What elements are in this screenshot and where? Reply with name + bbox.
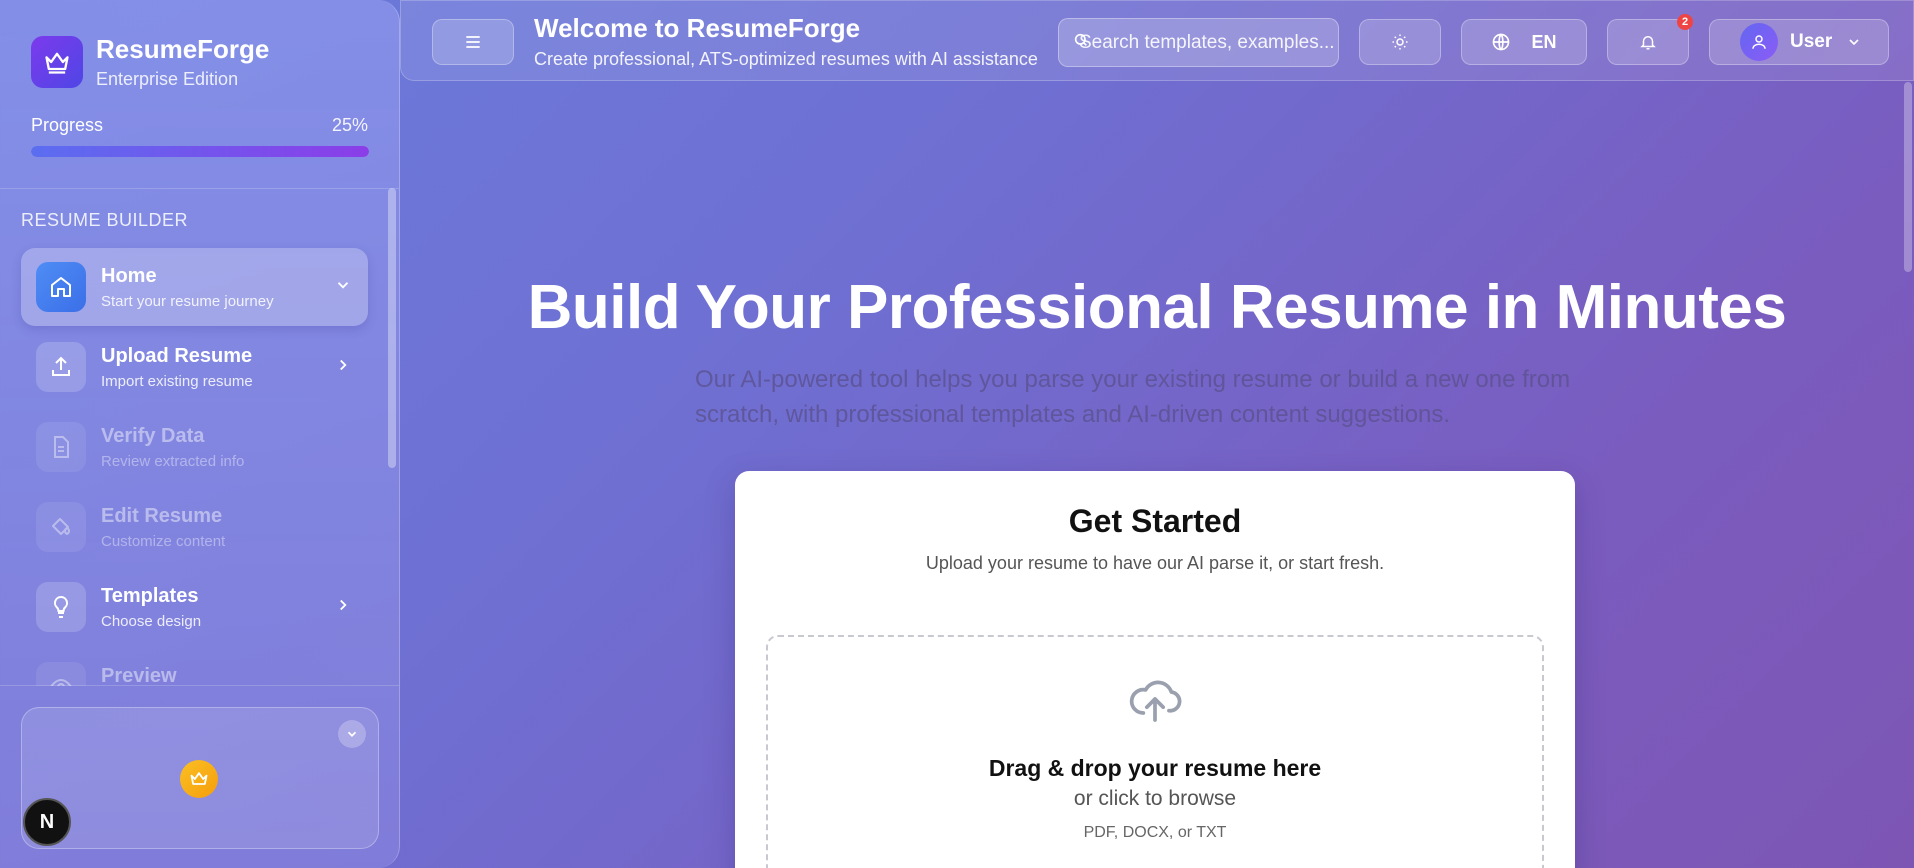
sidebar-item-title: Home: [101, 265, 157, 287]
user-menu-button[interactable]: User: [1709, 19, 1889, 65]
sidebar-item-title: Edit Resume: [101, 505, 223, 527]
sidebar-item-title: Templates: [101, 585, 199, 607]
language-label: EN: [1531, 31, 1557, 52]
sidebar-item-subtitle: Choose design: [101, 613, 202, 630]
get-started-title: Get Started: [1068, 503, 1242, 539]
get-started-card: Get Started Upload your resume to have o…: [735, 471, 1575, 868]
brand-name: ResumeForge: [96, 34, 270, 64]
notification-badge: 2: [1677, 14, 1693, 30]
sidebar-item-title: Preview: [101, 665, 177, 686]
page-scrollbar[interactable]: [1904, 82, 1912, 272]
sidebar-item-title: Upload Resume: [101, 345, 253, 367]
user-icon: [1752, 35, 1766, 49]
file-dropzone[interactable]: Drag & drop your resume here or click to…: [766, 635, 1544, 868]
sidebar: ResumeForge Enterprise Edition Progress …: [0, 0, 400, 868]
progress-label: Progress: [31, 115, 104, 135]
upgrade-card: [21, 707, 379, 849]
notifications-button[interactable]: [1607, 19, 1689, 65]
dropzone-title: Drag & drop your resume here: [988, 755, 1322, 781]
menu-button[interactable]: [432, 19, 514, 65]
sidebar-item-subtitle: Review extracted info: [101, 453, 245, 470]
sidebar-scrollbar[interactable]: [388, 188, 396, 468]
document-icon: [36, 422, 86, 472]
sidebar-item-subtitle: Import existing resume: [101, 373, 253, 390]
chevron-right-icon: [340, 599, 347, 611]
search-input[interactable]: [1079, 19, 1334, 66]
menu-icon: [466, 36, 480, 48]
cloud-upload-icon: [1129, 680, 1182, 722]
crown-icon: [180, 760, 218, 798]
home-icon: [36, 262, 86, 312]
page-title: Welcome to ResumeForge: [534, 13, 861, 43]
sidebar-item-subtitle: Customize content: [101, 533, 226, 550]
eye-icon: [36, 662, 86, 686]
sun-icon: [1392, 34, 1408, 50]
dev-tools-badge[interactable]: N: [23, 798, 71, 846]
theme-toggle-button[interactable]: [1359, 19, 1441, 65]
section-title: RESUME BUILDER: [21, 210, 189, 230]
globe-icon: [1493, 33, 1510, 51]
page-subtitle: Create professional, ATS-optimized resum…: [534, 49, 1038, 69]
sidebar-item-title: Verify Data: [101, 425, 205, 447]
sidebar-item-subtitle: Start your resume journey: [101, 293, 274, 310]
sidebar-item-templates[interactable]: Templates Choose design: [21, 568, 368, 646]
lightbulb-icon: [36, 582, 86, 632]
progress-bar: [31, 146, 369, 157]
hero-title: Build Your Professional Resume in Minute…: [527, 273, 1787, 342]
sidebar-item-edit-resume: Edit Resume Customize content: [21, 488, 368, 566]
progress-fill: [31, 146, 369, 157]
brand-edition: Enterprise Edition: [96, 69, 239, 89]
sidebar-item-home[interactable]: Home Start your resume journey: [21, 248, 368, 326]
bell-icon: [1640, 36, 1656, 50]
chevron-right-icon: [340, 359, 347, 371]
chevron-down-icon: [1849, 39, 1859, 46]
avatar: [1740, 23, 1778, 61]
sidebar-item-upload-resume[interactable]: Upload Resume Import existing resume: [21, 328, 368, 406]
hero-description: Our AI-powered tool helps you parse your…: [695, 366, 1571, 428]
chevron-down-icon[interactable]: [338, 720, 366, 748]
dropzone-browse-text: or click to browse: [1073, 787, 1237, 810]
sidebar-item-preview: Preview: [21, 648, 368, 686]
user-label: User: [1790, 31, 1833, 52]
paint-bucket-icon: [36, 502, 86, 552]
language-button[interactable]: EN: [1461, 19, 1587, 65]
crown-icon: [31, 36, 83, 88]
progress-value: 25%: [331, 115, 368, 135]
divider: [0, 188, 399, 189]
divider: [0, 685, 399, 686]
search-box: [1058, 18, 1339, 67]
top-header: Welcome to ResumeForge Create profession…: [400, 0, 1914, 81]
chevron-down-icon: [337, 282, 349, 289]
dropzone-formats: PDF, DOCX, or TXT: [1083, 824, 1227, 841]
get-started-subtitle: Upload your resume to have our AI parse …: [925, 553, 1385, 573]
sidebar-item-verify-data: Verify Data Review extracted info: [21, 408, 368, 486]
upload-icon: [36, 342, 86, 392]
